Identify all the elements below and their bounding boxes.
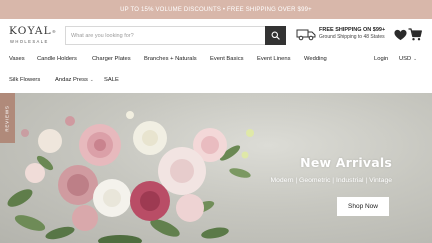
nav-item-wedding[interactable]: Wedding [304, 56, 327, 62]
currency-selector[interactable]: USD ⌄ [399, 56, 417, 62]
shipping-subtitle: Ground Shipping to 48 States [319, 34, 385, 40]
heart-icon[interactable] [394, 29, 407, 41]
currency-label: USD [399, 56, 412, 62]
login-link[interactable]: Login [374, 56, 388, 62]
search-bar [65, 26, 286, 45]
search-input[interactable] [66, 27, 265, 44]
nav-item-charger-plates[interactable]: Charger Plates [92, 56, 131, 62]
search-button[interactable] [265, 26, 286, 45]
logo-subtitle: WHOLESALE [10, 39, 49, 44]
announcement-text: UP TO 15% VOLUME DISCOUNTS • FREE SHIPPI… [120, 6, 312, 13]
shipping-title: FREE SHIPPING ON $99+ [319, 27, 386, 33]
logo-trademark: ® [51, 29, 56, 34]
main-nav: Vases Candle Holders Charger Plates Bran… [0, 53, 432, 94]
logo[interactable]: KOYAL® WHOLESALE [9, 25, 61, 45]
nav-item-andaz-press-label: Andaz Press [55, 77, 88, 83]
chevron-down-icon: ⌄ [89, 77, 94, 82]
nav-item-branches-naturals[interactable]: Branches + Naturals [144, 56, 197, 62]
shop-now-button[interactable]: Shop Now [337, 197, 389, 216]
truck-icon [296, 29, 316, 41]
reviews-tab[interactable]: REVIEWS [0, 93, 15, 143]
header: KOYAL® WHOLESALE FREE SHIPPING ON $99+ [0, 19, 432, 53]
search-icon [271, 31, 280, 40]
nav-item-andaz-press[interactable]: Andaz Press ⌄ [55, 77, 94, 83]
nav-item-event-basics[interactable]: Event Basics [210, 56, 244, 62]
reviews-tab-label: REVIEWS [5, 104, 11, 132]
logo-name: KOYAL [9, 25, 52, 37]
shipping-promo[interactable]: FREE SHIPPING ON $99+ Ground Shipping to… [296, 27, 385, 41]
hero-subtitle: Modern | Geometric | Industrial | Vintag… [270, 177, 392, 184]
nav-item-event-linens[interactable]: Event Linens [257, 56, 291, 62]
hero-banner[interactable]: New Arrivals Modern | Geometric | Indust… [0, 93, 432, 243]
announcement-bar[interactable]: UP TO 15% VOLUME DISCOUNTS • FREE SHIPPI… [0, 0, 432, 19]
nav-item-candle-holders[interactable]: Candle Holders [37, 56, 77, 62]
page: UP TO 15% VOLUME DISCOUNTS • FREE SHIPPI… [0, 0, 432, 243]
nav-item-sale[interactable]: SALE [104, 77, 119, 83]
nav-item-vases[interactable]: Vases [9, 56, 25, 62]
chevron-down-icon: ⌄ [413, 56, 418, 61]
hero-title: New Arrivals [300, 155, 392, 170]
nav-item-silk-flowers[interactable]: Silk Flowers [9, 77, 40, 83]
cart-icon[interactable] [408, 28, 422, 41]
